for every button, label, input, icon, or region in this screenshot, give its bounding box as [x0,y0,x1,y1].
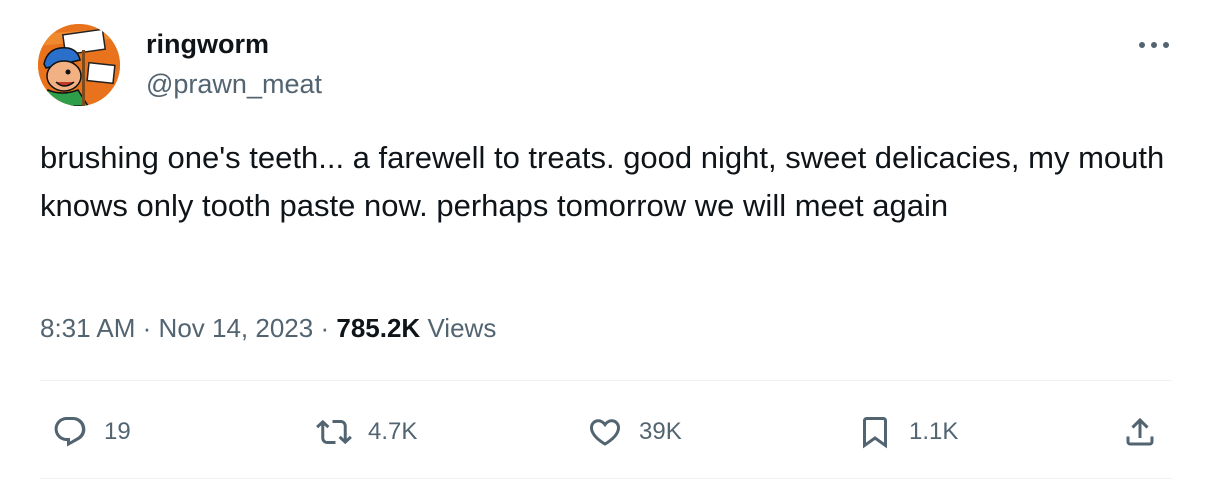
divider [40,478,1172,479]
more-horizontal-icon [1139,42,1169,48]
tweet-meta: 8:31 AM · Nov 14, 2023 · 785.2K Views [40,310,496,346]
retweet-button[interactable]: 4.7K [314,410,417,454]
bookmark-count: 1.1K [909,418,959,445]
retweet-icon [314,412,354,452]
tweet-text: brushing one's teeth... a farewell to tr… [40,140,1165,223]
heart-icon [585,412,625,452]
tweet-card: ringworm @prawn_meat brushing one's teet… [0,0,1212,494]
views-count[interactable]: 785.2K [336,313,420,343]
meta-separator: · [320,313,330,343]
tweet-time[interactable]: 8:31 AM [40,313,135,343]
reply-icon [50,412,90,452]
bookmark-icon [855,412,895,452]
avatar[interactable] [38,24,120,106]
bookmark-button[interactable]: 1.1K [855,410,958,454]
avatar-cartoon-image [38,24,120,106]
display-name[interactable]: ringworm [146,28,269,60]
divider [40,380,1172,381]
retweet-count: 4.7K [368,418,418,445]
meta-separator: · [142,313,152,343]
user-handle[interactable]: @prawn_meat [146,68,322,100]
reply-button[interactable]: 19 [50,410,131,454]
share-icon [1120,412,1160,452]
like-button[interactable]: 39K [585,410,682,454]
reply-count: 19 [104,418,131,445]
views-label: Views [427,313,497,343]
like-count: 39K [639,418,682,445]
share-button[interactable] [1120,410,1160,454]
more-options-button[interactable] [1134,30,1174,60]
tweet-date[interactable]: Nov 14, 2023 [159,313,314,343]
